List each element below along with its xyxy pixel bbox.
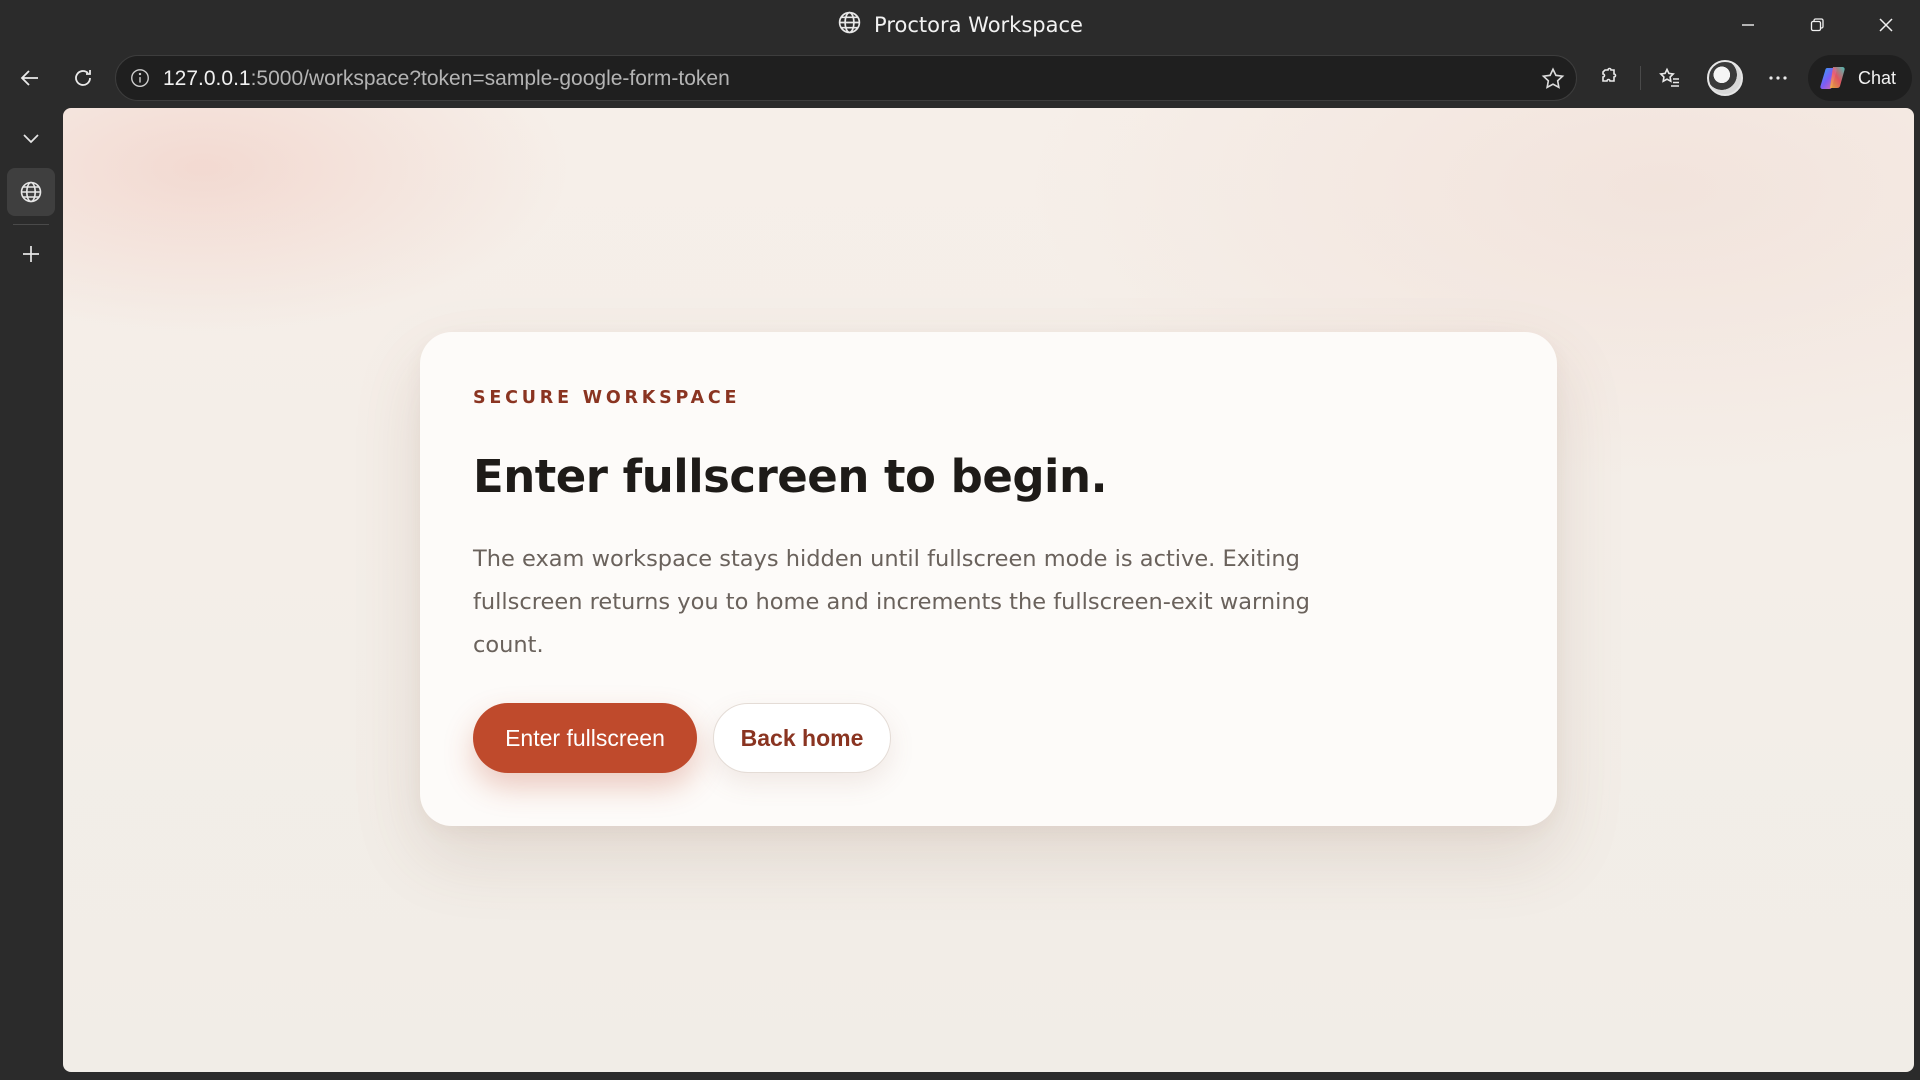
plus-icon [23, 246, 39, 262]
fullscreen-prompt-card: SECURE WORKSPACE Enter fullscreen to beg… [420, 332, 1557, 826]
info-icon[interactable] [128, 66, 152, 90]
url-path: :5000/workspace?token=sample-google-form… [250, 67, 730, 90]
extensions-button[interactable] [1586, 56, 1630, 100]
address-bar[interactable]: 127.0.0.1:5000/workspace?token=sample-go… [115, 55, 1577, 101]
vertical-tab-rail [0, 108, 62, 1080]
back-button[interactable] [8, 56, 52, 100]
copilot-logo-icon [1820, 67, 1845, 89]
globe-icon [837, 10, 862, 40]
rail-divider [13, 224, 49, 225]
chat-button[interactable]: Chat [1808, 55, 1912, 101]
tab-proctora-workspace[interactable] [7, 168, 55, 216]
url-host: 127.0.0.1 [163, 67, 251, 90]
close-button[interactable] [1851, 0, 1920, 49]
back-home-button[interactable]: Back home [713, 703, 891, 773]
ellipsis-icon [1769, 76, 1787, 80]
refresh-button[interactable] [61, 56, 105, 100]
globe-icon [20, 181, 42, 203]
title-bar: Proctora Workspace [0, 0, 1920, 49]
restore-button[interactable] [1782, 0, 1851, 49]
toolbar-divider [1640, 66, 1641, 90]
favorites-list-icon [1659, 67, 1679, 87]
collapse-tabs-button[interactable] [7, 114, 55, 162]
refresh-icon [75, 70, 91, 86]
minimize-icon [1741, 23, 1754, 26]
description-text: The exam workspace stays hidden until fu… [473, 546, 1310, 658]
favorites-button[interactable] [1648, 56, 1692, 100]
new-tab-button[interactable] [7, 230, 55, 278]
enter-fullscreen-button[interactable]: Enter fullscreen [473, 703, 697, 773]
star-icon[interactable] [1540, 66, 1566, 92]
arrow-left-icon [20, 70, 38, 86]
browser-toolbar: 127.0.0.1:5000/workspace?token=sample-go… [0, 49, 1920, 108]
chat-label: Chat [1858, 67, 1897, 88]
puzzle-icon [1602, 67, 1617, 82]
window-title: Proctora Workspace [874, 12, 1083, 37]
restore-icon [1810, 17, 1824, 31]
minimize-button[interactable] [1713, 0, 1782, 49]
avatar[interactable] [1707, 60, 1743, 96]
window-bottom-edge [0, 1072, 1920, 1080]
more-button[interactable] [1756, 56, 1800, 100]
eyebrow-label: SECURE WORKSPACE [473, 388, 741, 408]
page-title: Enter fullscreen to begin. [473, 450, 1108, 503]
chevron-down-icon [23, 134, 39, 144]
close-icon [1878, 17, 1893, 32]
url-text[interactable]: 127.0.0.1:5000/workspace?token=sample-go… [163, 56, 730, 102]
window-title-area: Proctora Workspace [0, 0, 1920, 49]
web-content: SECURE WORKSPACE Enter fullscreen to beg… [63, 108, 1914, 1072]
